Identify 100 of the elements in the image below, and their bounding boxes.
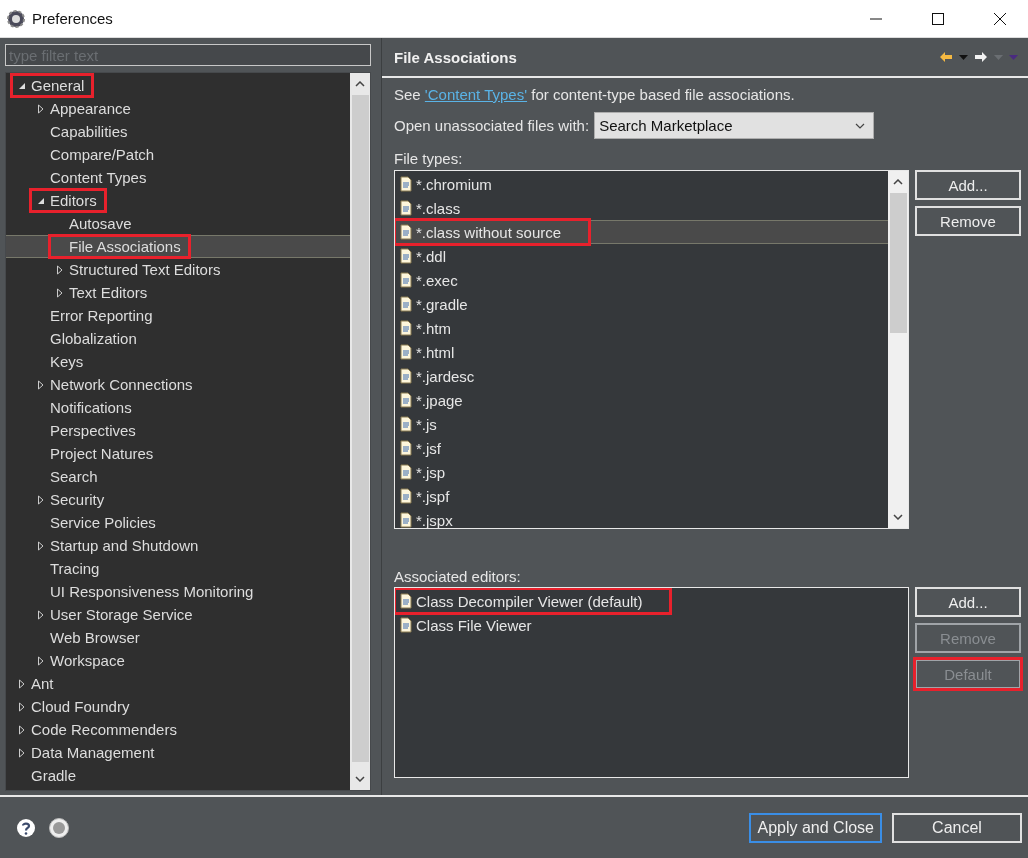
chevron-down-icon[interactable] (855, 122, 866, 129)
page-title: File Associations (394, 48, 517, 66)
file-icon (399, 224, 413, 240)
tree-item[interactable]: Code Recommenders (31, 721, 177, 738)
tree-item[interactable]: Compare/Patch (50, 146, 155, 163)
expand-arrow-icon[interactable] (55, 287, 64, 298)
list-item[interactable]: *.jpage (416, 391, 463, 409)
dropdown-caret-icon[interactable] (959, 54, 968, 60)
scroll-up-icon[interactable] (893, 179, 903, 185)
tree-item[interactable]: Structured Text Editors (69, 261, 221, 278)
list-item[interactable]: *.ddl (416, 247, 447, 265)
list-item[interactable]: *.js (416, 415, 437, 433)
tree-item[interactable]: General (31, 77, 85, 94)
list-item[interactable]: Class Decompiler Viewer (default) (416, 592, 643, 610)
tree-item[interactable]: Globalization (50, 330, 137, 347)
tree-item[interactable]: UI Responsiveness Monitoring (50, 583, 254, 600)
expand-arrow-icon[interactable] (55, 264, 64, 275)
forward-arrow-icon[interactable] (974, 51, 988, 63)
scroll-thumb[interactable] (889, 193, 907, 333)
dropdown-caret-icon (994, 54, 1003, 60)
list-item[interactable]: *.exec (416, 271, 458, 289)
tree-item[interactable]: Web Browser (50, 629, 140, 646)
file-icon (399, 617, 413, 633)
expand-arrow-icon[interactable] (36, 494, 45, 505)
open-with-label: Open unassociated files with: (394, 117, 590, 134)
scrollbar[interactable] (888, 171, 908, 528)
tree-item[interactable]: Security (50, 491, 105, 508)
list-item[interactable]: *.gradle (416, 295, 468, 313)
tree-item[interactable]: Autosave (69, 215, 132, 232)
tree-item[interactable]: Appearance (50, 100, 131, 117)
tree-item[interactable]: Content Types (50, 169, 147, 186)
expand-arrow-icon[interactable] (36, 655, 45, 666)
back-arrow-icon[interactable] (939, 51, 953, 63)
tree-item[interactable]: Cloud Foundry (31, 698, 130, 715)
list-item[interactable]: *.class without source (416, 223, 562, 241)
list-item[interactable]: *.chromium (416, 175, 492, 193)
file-icon (399, 512, 413, 528)
tree-item[interactable]: Tracing (50, 560, 100, 577)
expand-arrow-icon[interactable] (36, 379, 45, 390)
tree-item[interactable]: Editors (50, 192, 97, 209)
help-icon[interactable] (16, 817, 36, 838)
file-icon (399, 392, 413, 408)
tree-item[interactable]: Ant (31, 675, 54, 692)
scroll-down-icon[interactable] (355, 776, 365, 782)
tree-item[interactable]: Data Management (31, 744, 155, 761)
tree-item[interactable]: File Associations (69, 238, 181, 255)
file-icon (399, 593, 413, 609)
list-item[interactable]: *.htm (416, 319, 451, 337)
expand-arrow-icon[interactable] (17, 747, 26, 758)
list-item[interactable]: *.jspx (416, 511, 453, 528)
tree-item[interactable]: Capabilities (50, 123, 128, 140)
expand-arrow-icon[interactable] (17, 724, 26, 735)
record-icon[interactable] (48, 816, 70, 839)
cancel-button[interactable]: Cancel (892, 812, 1022, 843)
apply-and-close-button[interactable]: Apply and Close (749, 812, 882, 843)
selected-row[interactable]: *.class without source (395, 220, 888, 244)
list-item[interactable]: Class File Viewer (416, 616, 532, 634)
maximize-icon[interactable] (932, 12, 944, 25)
side-button[interactable]: Add... (915, 587, 1021, 617)
file-icon (399, 368, 413, 384)
list-item[interactable]: *.jsf (416, 439, 441, 457)
tree-item[interactable]: Error Reporting (50, 307, 153, 324)
file-icon (399, 200, 413, 216)
tree-item[interactable]: Perspectives (50, 422, 136, 439)
editor-dropdown[interactable]: Search Marketplace (594, 112, 875, 139)
file-icon (399, 248, 413, 264)
expand-arrow-icon[interactable] (36, 609, 45, 620)
expand-arrow-icon[interactable] (17, 701, 26, 712)
scroll-down-icon[interactable] (893, 514, 903, 520)
file-icon (399, 344, 413, 360)
tree-item[interactable]: Gradle (31, 767, 77, 784)
side-button[interactable]: Add... (915, 170, 1021, 200)
associated-editors-label: Associated editors: (394, 567, 522, 587)
tree-item[interactable]: Workspace (50, 652, 125, 669)
tree-item[interactable]: Notifications (50, 399, 132, 416)
list-item[interactable]: *.jardesc (416, 367, 475, 385)
selected-row[interactable]: File Associations (6, 235, 350, 258)
tree-item[interactable]: Network Connections (50, 376, 193, 393)
side-button: Remove (915, 623, 1021, 653)
side-button[interactable]: Remove (915, 206, 1021, 236)
scroll-up-icon[interactable] (355, 81, 365, 87)
tree-item[interactable]: Startup and Shutdown (50, 537, 199, 554)
expand-arrow-icon[interactable] (17, 678, 26, 689)
intro-text: See 'Content Types' for content-type based file associations. (394, 85, 796, 105)
tree-item[interactable]: User Storage Service (50, 606, 193, 623)
expand-arrow-icon[interactable] (36, 540, 45, 551)
list-item[interactable]: *.class (416, 199, 461, 217)
tree-item[interactable]: Keys (50, 353, 84, 370)
expand-arrow-icon[interactable] (36, 103, 45, 114)
list-item[interactable]: *.html (416, 343, 455, 361)
list-item[interactable]: *.jsp (416, 463, 446, 481)
list-item[interactable]: *.jspf (416, 487, 450, 505)
tree-item[interactable]: Search (50, 468, 98, 485)
scroll-thumb[interactable] (351, 95, 369, 762)
close-icon[interactable] (994, 12, 1006, 25)
tree-item[interactable]: Text Editors (69, 284, 148, 301)
tree-item[interactable]: Project Natures (50, 445, 154, 462)
tree-item[interactable]: Service Policies (50, 514, 156, 531)
window-title: Preferences (32, 10, 113, 27)
scrollbar[interactable] (350, 73, 370, 790)
